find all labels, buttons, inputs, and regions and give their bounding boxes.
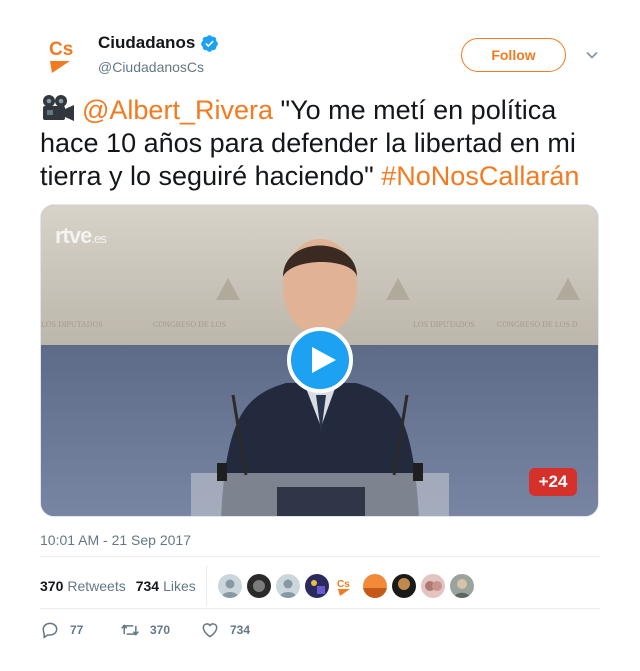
likes-label: Likes [163, 578, 196, 594]
engagement-stats: 370 Retweets 734 Likes [40, 566, 206, 606]
divider [40, 608, 600, 609]
reply-icon [42, 622, 58, 639]
stats-separator [206, 566, 207, 606]
tweet-card: Cs Ciudadanos @CiudadanosCs Follow @Albe… [0, 0, 640, 671]
reply-count: 77 [70, 623, 84, 637]
retweet-button[interactable]: 370 [120, 620, 210, 640]
ciudadanos-logo-icon: Cs [40, 31, 88, 79]
watermark-suffix: .es [91, 231, 106, 246]
follow-button[interactable]: Follow [461, 38, 566, 72]
svg-text:Cs: Cs [337, 579, 350, 590]
tweet-timestamp[interactable]: 10:01 AM - 21 Sep 2017 [40, 532, 191, 548]
retweets-count: 370 [40, 578, 64, 594]
author-handle[interactable]: @CiudadanosCs [98, 59, 204, 75]
chevron-down-icon[interactable] [584, 47, 600, 63]
retweets-label: Retweets [67, 578, 126, 594]
mention-link[interactable]: @Albert_Rivera [82, 95, 273, 125]
svg-text:LOS DIPUTADOS: LOS DIPUTADOS [413, 320, 475, 329]
liker-avatar[interactable] [363, 574, 387, 598]
svg-text:LOS DIPUTADOS: LOS DIPUTADOS [41, 320, 103, 329]
verified-badge-icon [201, 34, 219, 52]
likes-count: 734 [135, 578, 160, 594]
svg-text:CONGRESO DE LOS: CONGRESO DE LOS [153, 320, 226, 329]
svg-text:Cs: Cs [49, 39, 73, 60]
likes-stat[interactable]: 734 Likes [136, 578, 196, 594]
like-button[interactable]: 734 [200, 620, 290, 640]
video-player[interactable]: LOS DIPUTADOS CONGRESO DE LOS LOS DIPUTAD… [40, 204, 599, 517]
retweets-stat[interactable]: 370 Retweets [40, 578, 126, 594]
liker-avatar[interactable] [305, 574, 329, 598]
liker-avatar[interactable] [218, 574, 242, 598]
liker-avatar[interactable] [247, 574, 271, 598]
rtve-watermark: rtve.es [55, 223, 107, 249]
author-name-text: Ciudadanos [98, 33, 196, 52]
watermark-text: rtve [55, 223, 92, 248]
liker-avatar[interactable] [421, 574, 445, 598]
liker-avatar[interactable] [392, 574, 416, 598]
tweet-text: @Albert_Rivera "Yo me metí en política h… [40, 93, 605, 193]
like-count: 734 [230, 623, 251, 637]
movie-camera-icon [43, 95, 74, 121]
author-name[interactable]: Ciudadanos [98, 33, 219, 53]
divider [40, 556, 600, 557]
liker-avatar[interactable] [276, 574, 300, 598]
retweet-count: 370 [150, 623, 171, 637]
play-button[interactable] [287, 327, 353, 393]
heart-icon [202, 623, 218, 638]
reply-button[interactable]: 77 [40, 620, 120, 640]
liker-avatars: Cs [218, 574, 474, 598]
svg-text:CONGRESO DE LOS D: CONGRESO DE LOS D [497, 320, 578, 329]
play-icon [311, 347, 336, 373]
hashtag-link[interactable]: #NoNosCallarán [381, 161, 579, 191]
liker-avatar[interactable] [450, 574, 474, 598]
channel-badge: +24 [529, 468, 577, 496]
liker-avatar[interactable]: Cs [334, 574, 358, 598]
author-avatar[interactable]: Cs [40, 31, 88, 79]
retweet-icon [121, 624, 139, 636]
